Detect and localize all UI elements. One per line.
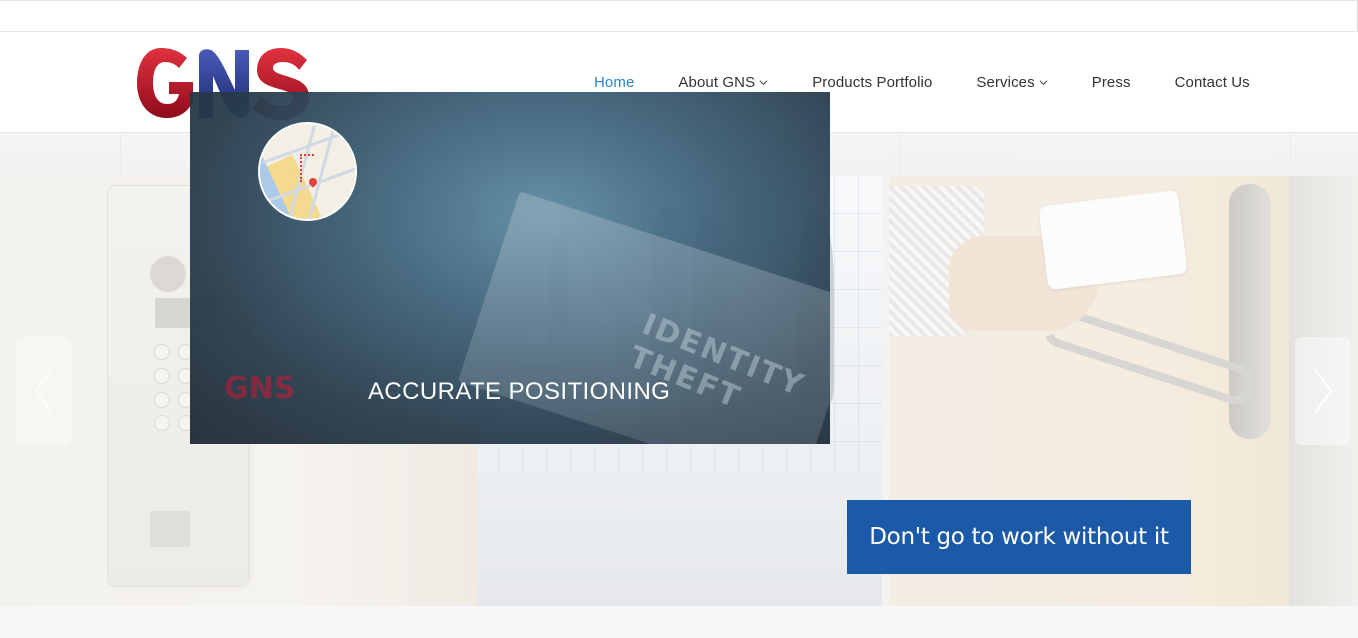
- nav-press-label: Press: [1091, 73, 1131, 91]
- map-thumbnail: [258, 122, 357, 221]
- slide-caption: ACCURATE POSITIONING: [368, 378, 671, 405]
- slider-prev-button[interactable]: [16, 337, 71, 445]
- nav-contact-label: Contact Us: [1174, 73, 1250, 91]
- nav-about-label: About GNS: [678, 73, 756, 91]
- below-slider-band: [0, 606, 1358, 638]
- nav-contact[interactable]: Contact Us: [1175, 74, 1250, 91]
- nav-home[interactable]: Home: [594, 74, 634, 91]
- nav-services-label: Services: [976, 73, 1035, 91]
- nav-about[interactable]: About GNS: [678, 74, 768, 91]
- mini-logo-text: GNS: [224, 371, 295, 406]
- top-strip: [0, 0, 1358, 32]
- chevron-right-icon: [1313, 368, 1332, 414]
- slide-banner-text: Don't go to work without it: [869, 524, 1169, 550]
- chevron-left-icon: [34, 368, 53, 414]
- nav-home-label: Home: [594, 73, 635, 91]
- nav-products[interactable]: Products Portfolio: [812, 74, 932, 91]
- chevron-down-icon: [759, 79, 768, 85]
- nav-services[interactable]: Services: [976, 73, 1048, 91]
- chevron-down-icon: [1039, 79, 1048, 85]
- nav-products-label: Products Portfolio: [812, 73, 933, 91]
- slide-banner: Don't go to work without it: [847, 500, 1191, 574]
- nav-press[interactable]: Press: [1092, 74, 1131, 91]
- mini-gns-logo: GNS: [224, 371, 295, 406]
- slide-caption-card: IDENTITY THEFT GNS ACCURATE POSITIONING: [190, 92, 830, 444]
- slider-next-button[interactable]: [1295, 337, 1350, 445]
